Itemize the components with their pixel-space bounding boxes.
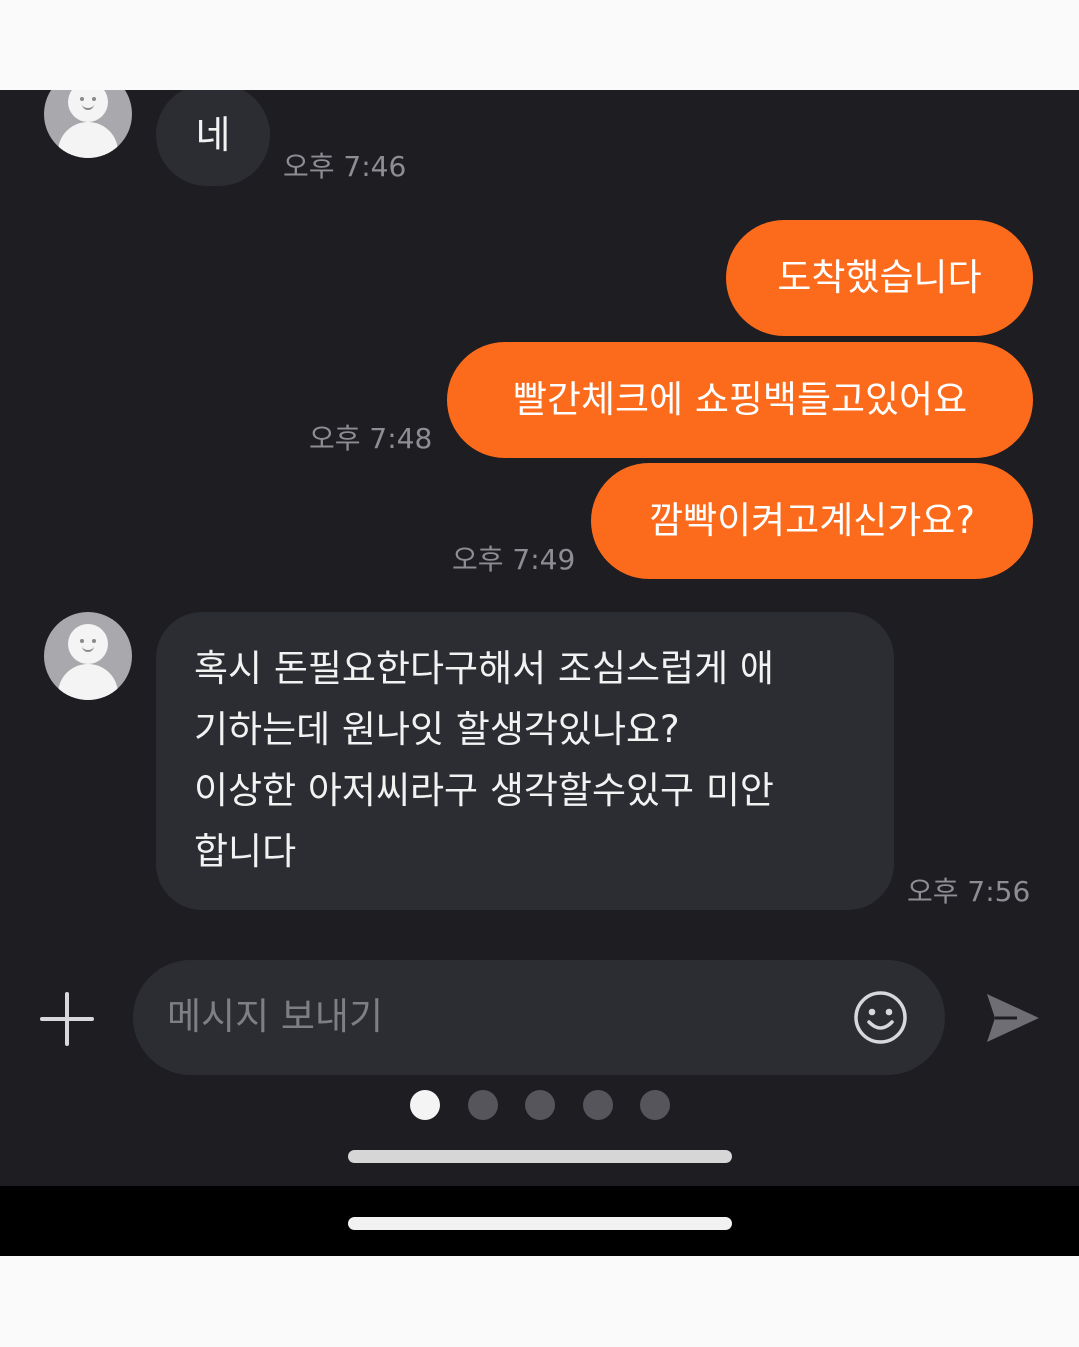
page-dot-active[interactable] (410, 1090, 440, 1120)
message-text-line: 이상한 아저씨라구 생각할수있구 미안 (194, 769, 774, 812)
avatar-body (58, 664, 118, 700)
message-text-line: 혹시 돈필요한다구해서 조심스럽게 애 (194, 647, 774, 690)
message-bubble-outgoing[interactable]: 깜빡이켜고계신가요? (591, 463, 1033, 579)
page-dot[interactable] (525, 1090, 555, 1120)
avatar[interactable] (44, 612, 132, 700)
message-text-line: 합니다 (194, 830, 297, 873)
message-bubble-incoming[interactable]: 네 (156, 90, 270, 186)
message-text: 네 (195, 113, 231, 157)
message-text: 빨간체크에 쇼핑백들고있어요 (512, 378, 968, 421)
message-bubble-outgoing[interactable]: 빨간체크에 쇼핑백들고있어요 (447, 342, 1033, 458)
page-dot[interactable] (640, 1090, 670, 1120)
message-bubble-incoming[interactable]: 혹시 돈필요한다구해서 조심스럽게 애 기하는데 원나잇 할생각있나요? 이상한… (156, 612, 894, 910)
avatar[interactable] (44, 90, 132, 158)
page-dot[interactable] (468, 1090, 498, 1120)
message-text: 도착했습니다 (777, 256, 982, 299)
home-indicator[interactable] (348, 1150, 732, 1163)
bottom-margin (0, 1256, 1079, 1347)
home-bar-zone (0, 1186, 1079, 1256)
avatar-head (68, 624, 108, 664)
chat-screen: 네 오후 7:46 도착했습니다 빨간체크에 쇼핑백들고있어요 오후 7:48 … (0, 90, 1079, 1186)
message-time: 오후 7:46 (283, 150, 407, 183)
message-time: 오후 7:49 (452, 543, 576, 576)
message-text: 깜빡이켜고계신가요? (649, 499, 975, 542)
message-bubble-outgoing[interactable]: 도착했습니다 (726, 220, 1033, 336)
message-input-placeholder: 메시지 보내기 (167, 995, 384, 1038)
plus-icon[interactable] (38, 990, 96, 1048)
message-time: 오후 7:56 (907, 875, 1031, 908)
message-time: 오후 7:48 (309, 422, 433, 455)
page-dot[interactable] (583, 1090, 613, 1120)
home-indicator[interactable] (348, 1217, 732, 1230)
message-input[interactable]: 메시지 보내기 (133, 960, 945, 1075)
page-indicator (408, 1090, 678, 1122)
top-margin (0, 0, 1079, 90)
smiley-icon[interactable] (853, 990, 908, 1045)
message-text-line: 기하는데 원나잇 할생각있나요? (194, 708, 680, 751)
avatar-body (58, 122, 118, 158)
send-arrow-icon[interactable] (983, 988, 1043, 1048)
